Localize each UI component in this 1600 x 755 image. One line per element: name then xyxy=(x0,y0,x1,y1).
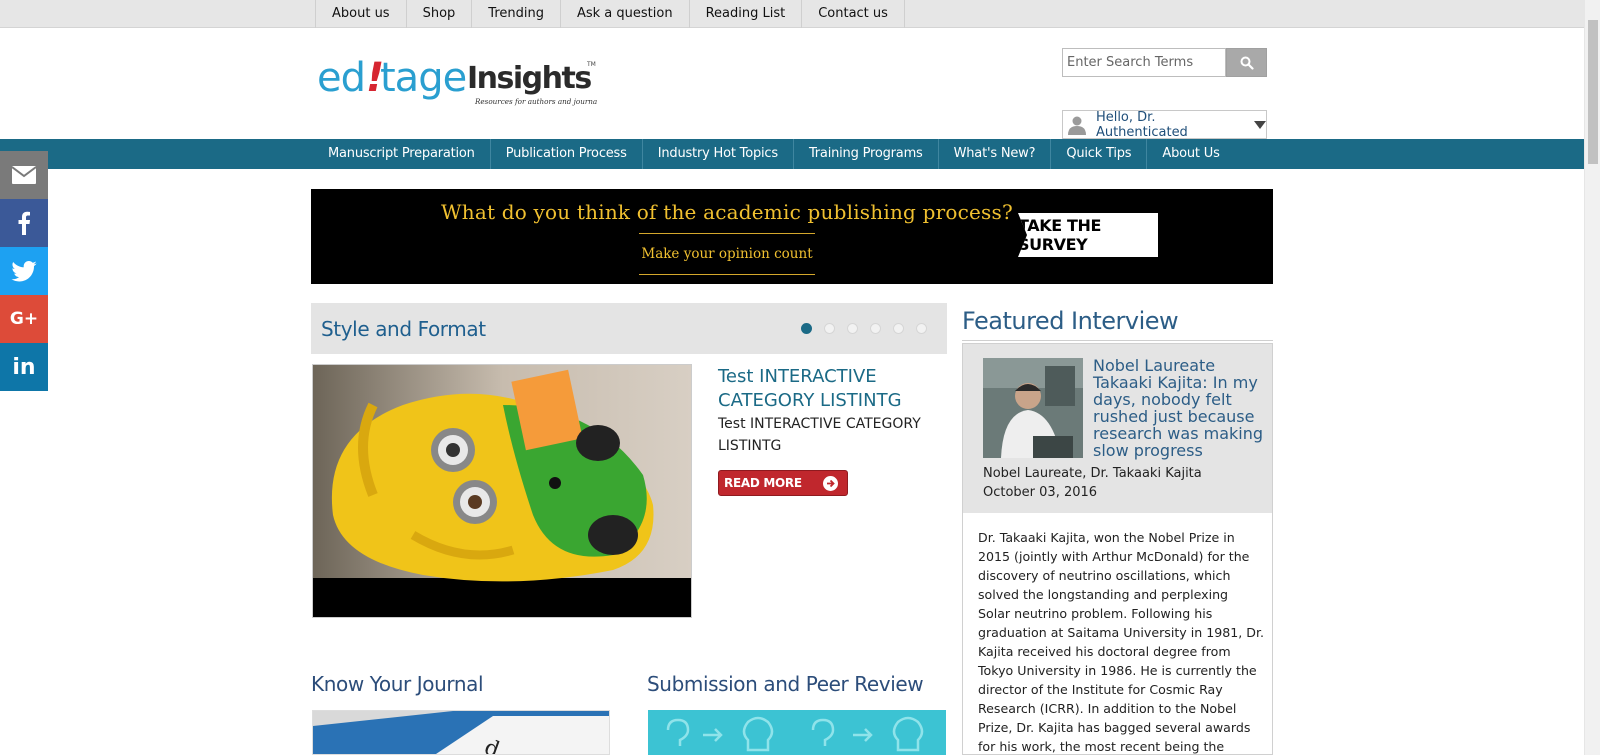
top-link-ask-question[interactable]: Ask a question xyxy=(561,0,690,28)
share-email-button[interactable] xyxy=(0,151,48,199)
nav-publication-process[interactable]: Publication Process xyxy=(491,139,643,169)
section-submission-peer-review[interactable]: Submission and Peer Review xyxy=(647,672,924,696)
main-nav-links: Manuscript Preparation Publication Proce… xyxy=(313,139,1235,169)
banner-question: What do you think of the academic publis… xyxy=(441,200,1013,224)
nav-manuscript-preparation[interactable]: Manuscript Preparation xyxy=(313,139,491,169)
interview-headline[interactable]: Nobel Laureate Takaaki Kajita: In my day… xyxy=(1093,357,1265,459)
svg-text:ed: ed xyxy=(317,55,365,101)
share-facebook-button[interactable] xyxy=(0,199,48,247)
submission-peer-review-image[interactable] xyxy=(648,710,946,755)
survey-banner[interactable]: What do you think of the academic publis… xyxy=(311,189,1273,284)
top-utility-bar: About us Shop Trending Ask a question Re… xyxy=(0,0,1584,28)
top-link-trending[interactable]: Trending xyxy=(472,0,561,28)
carousel-dot[interactable] xyxy=(916,323,927,334)
featured-interview-header: Nobel Laureate Takaaki Kajita: In my day… xyxy=(963,344,1272,513)
top-links: About us Shop Trending Ask a question Re… xyxy=(315,0,905,28)
read-more-button[interactable]: READ MORE xyxy=(718,470,848,496)
nav-industry-hot-topics[interactable]: Industry Hot Topics xyxy=(643,139,794,169)
featured-interview-title: Featured Interview xyxy=(962,307,1179,335)
read-more-label: READ MORE xyxy=(724,476,802,490)
nav-about-us[interactable]: About Us xyxy=(1147,139,1234,169)
svg-text:TM: TM xyxy=(586,61,596,68)
nav-quick-tips[interactable]: Quick Tips xyxy=(1051,139,1148,169)
top-link-reading-list[interactable]: Reading List xyxy=(690,0,803,28)
twitter-icon xyxy=(11,260,37,281)
top-link-about-us[interactable]: About us xyxy=(315,0,407,28)
carousel-dots xyxy=(801,323,939,334)
mail-icon xyxy=(12,166,36,184)
featured-interview-card: Nobel Laureate Takaaki Kajita: In my day… xyxy=(962,343,1273,755)
search-input[interactable] xyxy=(1062,48,1226,77)
social-share-bar: G+ in xyxy=(0,151,48,391)
top-link-shop[interactable]: Shop xyxy=(407,0,473,28)
user-menu-dropdown[interactable]: Hello, Dr. Authenticated xyxy=(1062,109,1267,140)
google-plus-icon: G+ xyxy=(9,309,39,329)
svg-text:Insights: Insights xyxy=(467,61,591,96)
share-linkedin-button[interactable]: in xyxy=(0,343,48,391)
carousel-dot[interactable] xyxy=(870,323,881,334)
interview-body: Dr. Takaaki Kajita, won the Nobel Prize … xyxy=(978,530,1265,754)
nav-whats-new[interactable]: What's New? xyxy=(939,139,1052,169)
chevron-down-icon xyxy=(1254,120,1266,129)
linkedin-icon: in xyxy=(12,354,36,380)
interview-date: October 03, 2016 xyxy=(983,485,1098,500)
carousel-dot[interactable] xyxy=(824,323,835,334)
divider xyxy=(962,340,1273,341)
svg-text:Resources for authors and jour: Resources for authors and journals xyxy=(474,97,597,106)
slide-description: Test INTERACTIVE CATEGORY LISTINTG xyxy=(718,416,921,454)
user-icon xyxy=(1063,111,1092,138)
carousel-dot[interactable] xyxy=(847,323,858,334)
editage-insights-logo[interactable]: ed ! tage Insights TM Resources for auth… xyxy=(317,50,604,110)
slide-title[interactable]: Test INTERACTIVE CATEGORY LISTINTG xyxy=(718,365,940,413)
carousel-header: Style and Format xyxy=(311,303,947,354)
carousel-title: Style and Format xyxy=(321,317,486,341)
share-twitter-button[interactable] xyxy=(0,247,48,295)
carousel-dot[interactable] xyxy=(893,323,904,334)
facebook-icon xyxy=(18,211,30,235)
banner-subtext: Make your opinion count xyxy=(639,233,815,275)
main-navigation: Manuscript Preparation Publication Proce… xyxy=(0,139,1584,169)
section-know-your-journal[interactable]: Know Your Journal xyxy=(311,672,484,696)
take-survey-button[interactable]: TAKE THE SURVEY xyxy=(1018,213,1158,257)
search-button[interactable] xyxy=(1226,48,1267,77)
page-scrollbar[interactable] xyxy=(1584,0,1600,755)
svg-text:tage: tage xyxy=(380,55,466,101)
nav-training-programs[interactable]: Training Programs xyxy=(794,139,939,169)
scrollbar-thumb[interactable] xyxy=(1588,20,1598,164)
user-greeting: Hello, Dr. Authenticated xyxy=(1095,109,1188,140)
carousel-dot[interactable] xyxy=(801,323,812,334)
share-google-plus-button[interactable]: G+ xyxy=(0,295,48,343)
slide-image[interactable] xyxy=(312,364,692,618)
top-link-contact-us[interactable]: Contact us xyxy=(802,0,905,28)
search-icon xyxy=(1240,56,1254,70)
interviewee-photo[interactable] xyxy=(983,358,1083,458)
arrow-right-icon xyxy=(823,476,838,491)
know-your-journal-image[interactable]: d xyxy=(312,710,610,755)
interview-author: Nobel Laureate, Dr. Takaaki Kajita xyxy=(983,466,1202,481)
